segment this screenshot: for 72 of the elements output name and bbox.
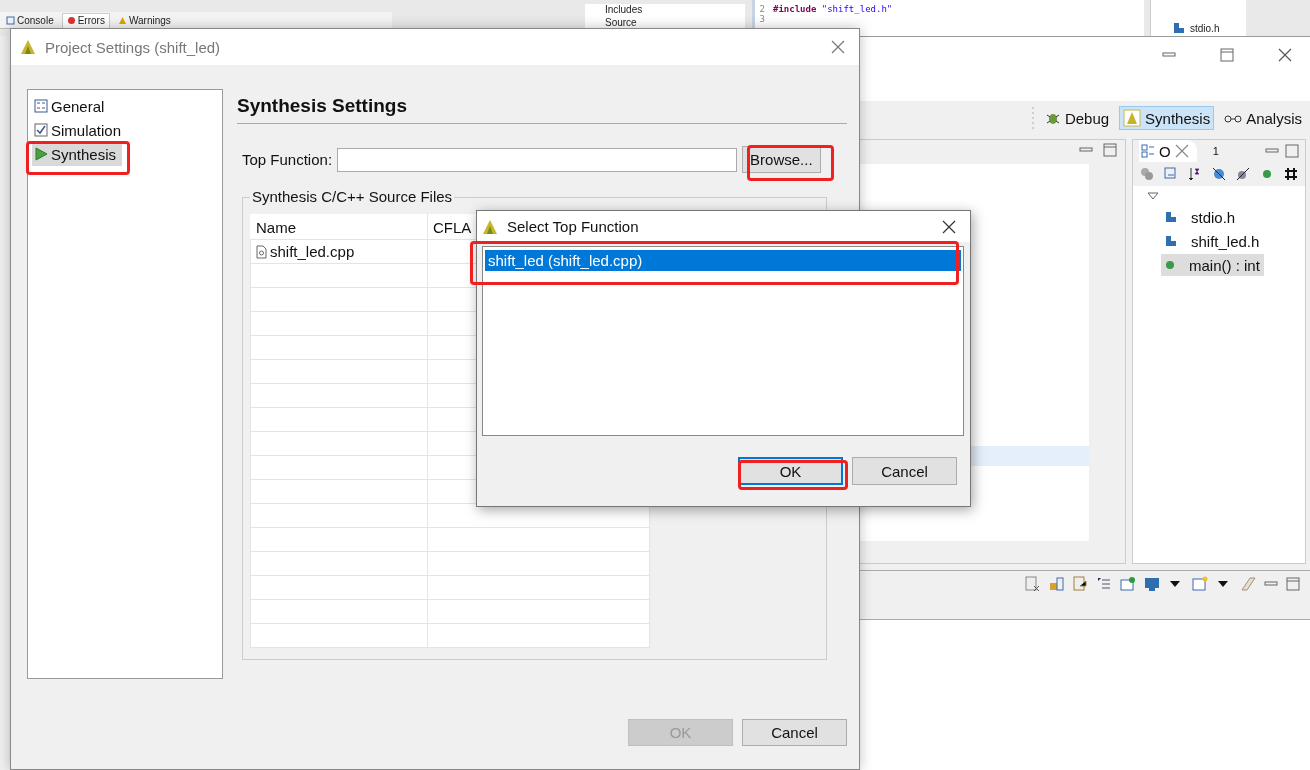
tree-item[interactable]: General bbox=[32, 94, 111, 118]
toolbar-icon bbox=[1240, 576, 1256, 592]
toolbar-icon bbox=[1139, 166, 1155, 182]
toolbar-icon bbox=[1096, 576, 1112, 592]
function-dot-icon bbox=[1165, 260, 1175, 270]
toolbar-icon bbox=[1144, 576, 1160, 592]
dropdown-caret-icon bbox=[1147, 192, 1159, 200]
toolbar-icon bbox=[1072, 576, 1088, 592]
view-tab[interactable]: Console bbox=[2, 13, 58, 27]
toolbar-icon bbox=[1024, 576, 1040, 592]
toolbar-icon bbox=[1192, 576, 1208, 592]
close-icon bbox=[1278, 48, 1292, 62]
tab-icon bbox=[117, 15, 127, 25]
view-tab[interactable]: Errors bbox=[61, 12, 110, 28]
file-icon bbox=[256, 244, 267, 259]
line-number: 2 bbox=[758, 4, 765, 14]
close-icon[interactable] bbox=[942, 219, 956, 234]
tree-item[interactable]: Includes bbox=[605, 4, 745, 15]
toolbar-icon bbox=[1120, 576, 1136, 592]
outline-item[interactable]: shift_led.h bbox=[1161, 230, 1264, 252]
table-cell: shift_led.cpp bbox=[250, 239, 428, 264]
outline-icon bbox=[1141, 144, 1155, 158]
line-number: 3 bbox=[758, 14, 765, 24]
toolbar-icon bbox=[1283, 166, 1299, 182]
toolbar-grip-icon bbox=[1030, 105, 1035, 131]
checklist-icon bbox=[34, 99, 48, 113]
logo-icon bbox=[19, 38, 37, 56]
tree-item[interactable]: Source bbox=[605, 17, 745, 28]
outline-item[interactable]: stdio.h bbox=[1161, 206, 1240, 228]
tab-icon bbox=[6, 15, 15, 25]
group-title: Synthesis C/C++ Source Files bbox=[250, 188, 455, 205]
header-file-icon bbox=[1165, 211, 1177, 223]
maximize-icon bbox=[1286, 577, 1300, 591]
tree-item[interactable]: Synthesis bbox=[32, 142, 123, 166]
toolbar-icon bbox=[1048, 576, 1064, 592]
synthesis-icon bbox=[1123, 109, 1142, 127]
play-icon bbox=[34, 147, 48, 161]
header-file-icon bbox=[1165, 235, 1177, 247]
ok-button[interactable]: OK bbox=[738, 457, 843, 485]
perspective-button[interactable]: Analysis bbox=[1220, 106, 1306, 130]
dialog-title: Project Settings (shift_led) bbox=[45, 38, 221, 56]
code-line: #include "shift_led.h" bbox=[773, 4, 893, 14]
section-heading: Synthesis Settings bbox=[237, 89, 847, 124]
close-icon bbox=[1174, 144, 1189, 158]
tab-icon bbox=[66, 16, 76, 25]
perspective-button[interactable]: Debug bbox=[1040, 106, 1114, 130]
header-file-icon bbox=[1173, 22, 1185, 34]
checkbox-icon bbox=[34, 123, 48, 137]
cancel-button[interactable]: Cancel bbox=[742, 719, 847, 746]
top-function-field[interactable] bbox=[337, 147, 738, 172]
toolbar-icon bbox=[1187, 166, 1203, 182]
maximize-icon bbox=[1220, 48, 1234, 62]
toolbar-icon bbox=[1211, 166, 1227, 182]
field-label: Top Function: bbox=[242, 151, 333, 168]
column-header[interactable]: CFLA bbox=[433, 218, 472, 236]
dialog-title: Select Top Function bbox=[507, 218, 639, 235]
column-header[interactable]: Name bbox=[256, 218, 296, 236]
perspective-button[interactable]: Synthesis bbox=[1119, 106, 1215, 130]
list-item[interactable]: shift_led (shift_led.cpp) bbox=[485, 250, 961, 271]
outline-item[interactable]: stdio.h bbox=[1190, 22, 1220, 34]
outline-item[interactable]: main() : int bbox=[1161, 254, 1264, 276]
tree-item[interactable]: Simulation bbox=[32, 118, 128, 142]
maximize-icon bbox=[1103, 143, 1117, 157]
view-tab[interactable]: Warnings bbox=[113, 13, 175, 27]
outline-tab[interactable]: O bbox=[1139, 140, 1197, 162]
glasses-icon bbox=[1224, 113, 1243, 123]
maximize-icon bbox=[1285, 144, 1299, 158]
toolbar-icon bbox=[1163, 166, 1179, 182]
browse-button[interactable]: Browse... bbox=[742, 146, 821, 173]
cancel-button[interactable]: Cancel bbox=[852, 457, 957, 485]
overflow-tabs-button[interactable]: 1 bbox=[1212, 145, 1219, 157]
toolbar-icon bbox=[1235, 166, 1251, 182]
